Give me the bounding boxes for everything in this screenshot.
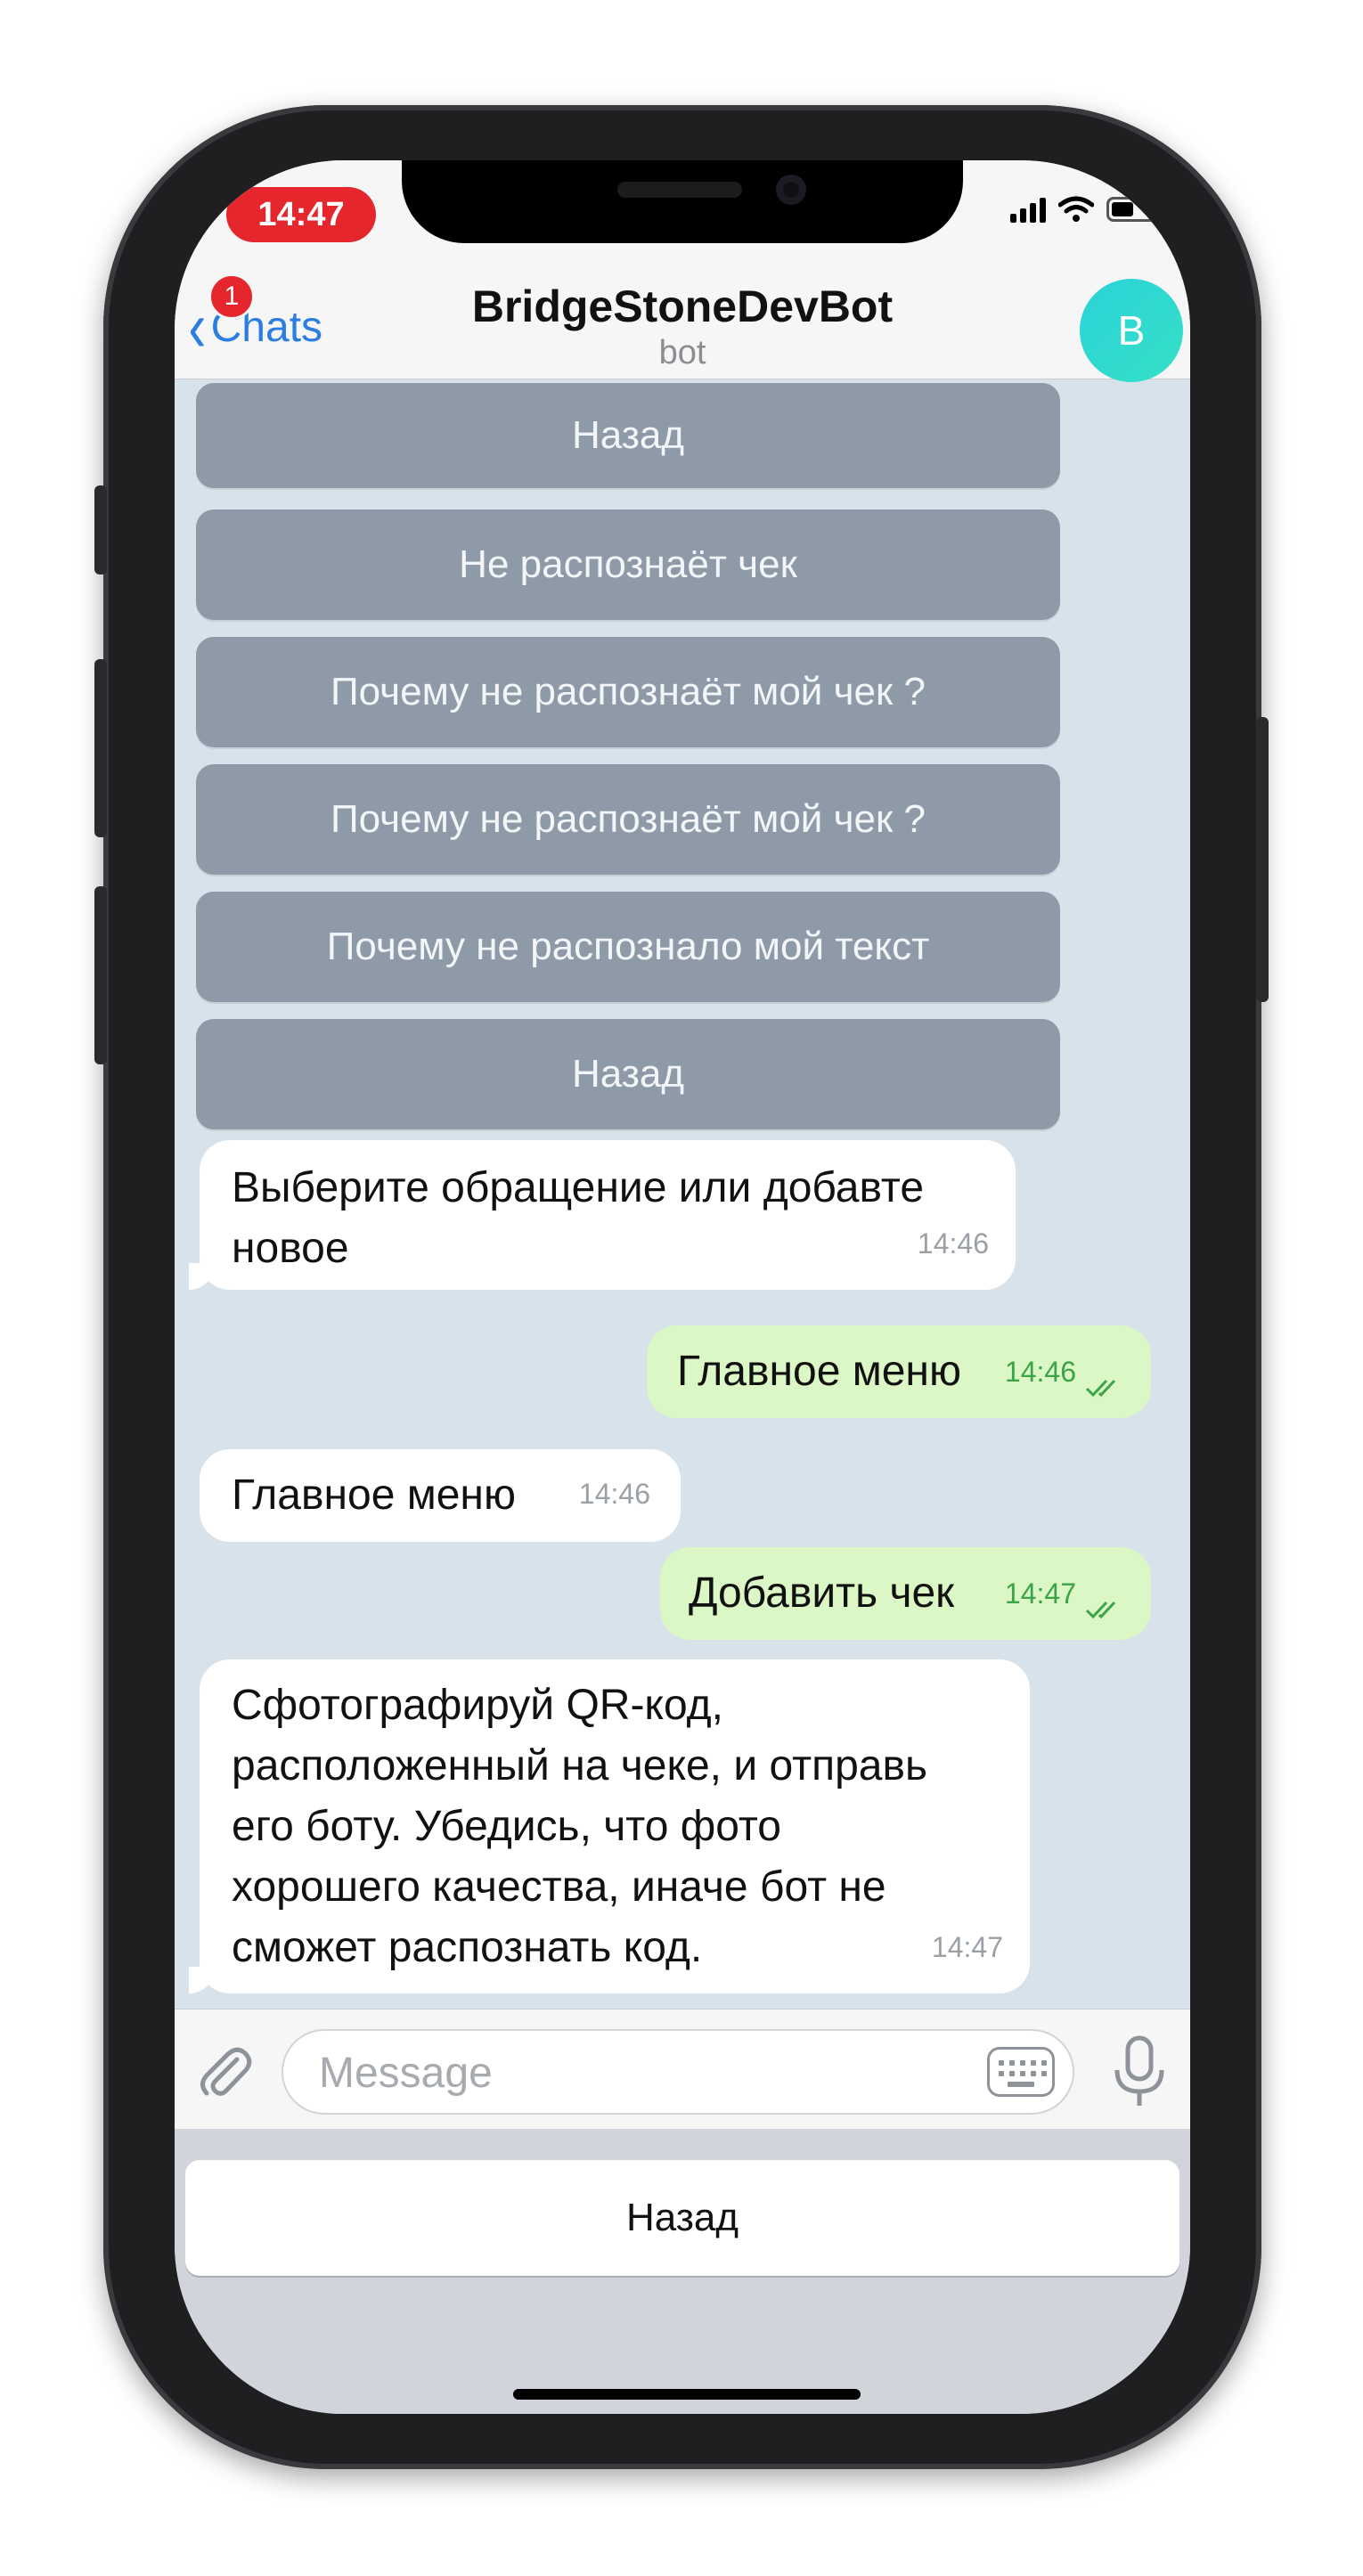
chat-title[interactable]: BridgeStoneDevBot — [175, 281, 1190, 332]
inline-button-why-not-recognized-2[interactable]: Почему не распознаёт мой чек ? — [196, 764, 1060, 875]
message-time: 14:46 — [1004, 1356, 1076, 1388]
front-camera — [776, 175, 806, 205]
message-text-line: Выберите обращение или добавте — [232, 1164, 925, 1211]
message-input[interactable]: Message — [282, 2029, 1074, 2115]
message-text: Добавить чек — [689, 1569, 955, 1617]
message-time: 14:46 — [578, 1478, 650, 1510]
notch — [402, 160, 963, 243]
message-bubble-incoming: Сфотографируй QR-код, расположенный на ч… — [200, 1659, 1030, 1993]
bubble-tail — [189, 1263, 216, 1290]
status-time: 14:47 — [226, 187, 376, 242]
chat-header: ‹ Chats 1 BridgeStoneDevBot bot B — [175, 245, 1190, 382]
inline-button-not-recognized[interactable]: Не распознаёт чек — [196, 509, 1060, 620]
inline-button-back[interactable]: Назад — [196, 1019, 1060, 1129]
signal-icon — [1010, 196, 1046, 223]
message-placeholder: Message — [319, 2050, 493, 2097]
inline-button-text-not-recognized[interactable]: Почему не распознало мой текст — [196, 892, 1060, 1002]
status-icons — [1010, 196, 1164, 223]
input-bar: Message — [175, 2009, 1190, 2130]
phone-screen: 14:47 ‹ Chats 1 BridgeStoneDevBot bot B — [175, 160, 1190, 2414]
volume-down-button — [94, 886, 107, 1064]
inline-button-why-not-recognized-1[interactable]: Почему не распознаёт мой чек ? — [196, 637, 1060, 747]
message-bubble-outgoing: Главное меню 14:46 — [647, 1325, 1151, 1418]
avatar[interactable]: B — [1080, 279, 1183, 382]
wifi-icon — [1058, 196, 1094, 222]
message-text-line: его боту. Убедись, что фото — [232, 1803, 781, 1850]
message-time: 14:47 — [931, 1931, 1003, 1963]
mic-icon[interactable] — [1108, 2034, 1171, 2109]
chat-subtitle: bot — [658, 334, 706, 371]
message-bubble-incoming: Выберите обращение или добавте новое 14:… — [200, 1140, 1016, 1290]
speaker-grille — [617, 182, 742, 198]
message-text-line: новое — [232, 1225, 349, 1272]
message-text-line: расположенный на чеке, и отправь — [232, 1742, 928, 1789]
battery-icon — [1106, 197, 1164, 222]
reply-keyboard: Назад — [175, 2129, 1190, 2414]
message-bubble-outgoing: Добавить чек 14:47 — [660, 1547, 1151, 1640]
attach-icon[interactable] — [194, 2040, 257, 2102]
reply-button-back[interactable]: Назад — [185, 2160, 1179, 2276]
message-text-line: хорошего качества, иначе бот не — [232, 1863, 886, 1911]
inline-button-back-top[interactable]: Назад — [196, 383, 1060, 488]
read-checkmarks-icon — [1085, 1379, 1116, 1398]
message-bubble-incoming: Главное меню 14:46 — [200, 1449, 681, 1542]
message-text: Главное меню — [232, 1471, 516, 1519]
message-time: 14:46 — [917, 1227, 989, 1259]
read-checkmarks-icon — [1085, 1601, 1116, 1619]
battery-fill — [1112, 202, 1133, 216]
home-indicator[interactable] — [513, 2389, 861, 2400]
volume-up-button — [94, 659, 107, 837]
bubble-tail — [189, 1967, 216, 1993]
message-text-line: Сфотографируй QR-код, — [232, 1682, 723, 1729]
message-list[interactable]: Назад Не распознаёт чек Почему не распоз… — [175, 379, 1190, 2009]
mute-switch — [94, 485, 107, 575]
message-time: 14:47 — [1004, 1577, 1076, 1610]
keyboard-icon[interactable] — [987, 2047, 1055, 2097]
message-text: Главное меню — [677, 1348, 961, 1395]
power-button — [1256, 717, 1269, 1002]
message-text-line: сможет распознать код. — [232, 1924, 703, 1971]
